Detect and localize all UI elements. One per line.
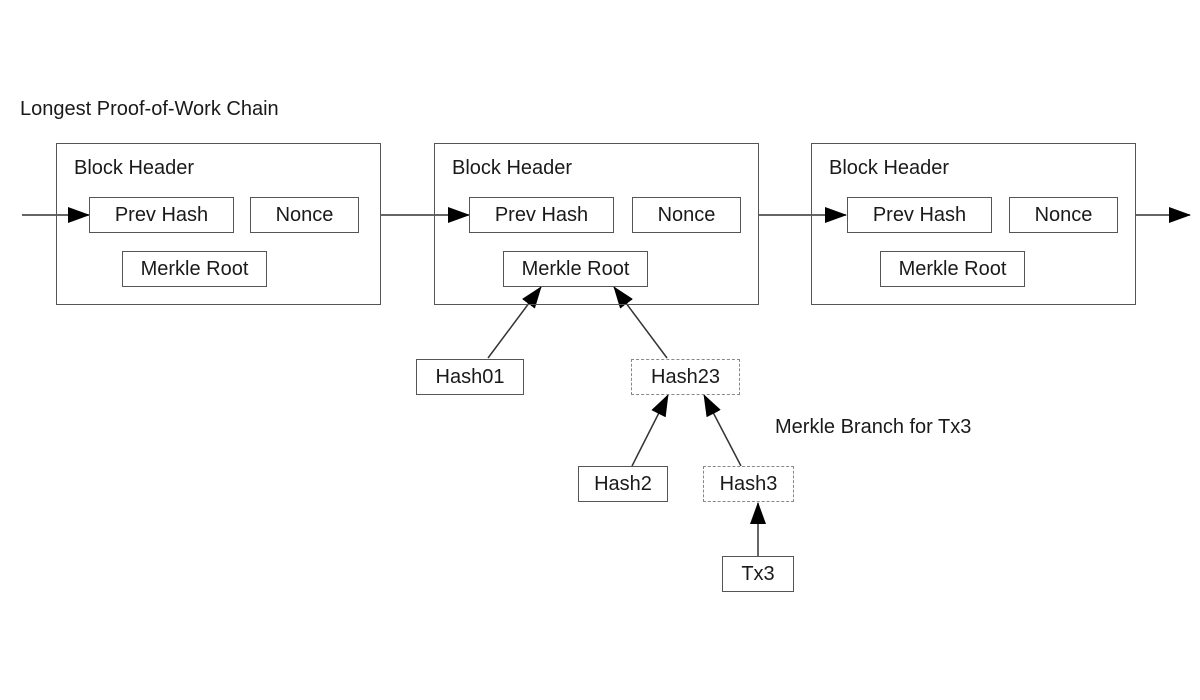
- arrow-hash2-to-hash23: [631, 394, 669, 467]
- merkle-branch-label: Merkle Branch for Tx3: [775, 416, 972, 438]
- nonce-field: Nonce: [250, 197, 359, 233]
- block-header-title: Block Header: [74, 157, 195, 179]
- prev-hash-field: Prev Hash: [847, 197, 992, 233]
- merkle-root-field: Merkle Root: [122, 251, 267, 287]
- block-header-title: Block Header: [829, 157, 950, 179]
- hash23-node: Hash23: [631, 359, 740, 395]
- nonce-field: Nonce: [632, 197, 741, 233]
- hash3-node: Hash3: [703, 466, 794, 502]
- merkle-root-field: Merkle Root: [880, 251, 1025, 287]
- hash2-node: Hash2: [578, 466, 668, 502]
- tx3-node: Tx3: [722, 556, 794, 592]
- prev-hash-field: Prev Hash: [89, 197, 234, 233]
- nonce-field: Nonce: [1009, 197, 1118, 233]
- chain-title: Longest Proof-of-Work Chain: [20, 98, 279, 120]
- block-header-title: Block Header: [452, 157, 573, 179]
- prev-hash-field: Prev Hash: [469, 197, 614, 233]
- arrow-hash3-to-hash23: [703, 394, 742, 467]
- merkle-root-field: Merkle Root: [503, 251, 648, 287]
- hash01-node: Hash01: [416, 359, 524, 395]
